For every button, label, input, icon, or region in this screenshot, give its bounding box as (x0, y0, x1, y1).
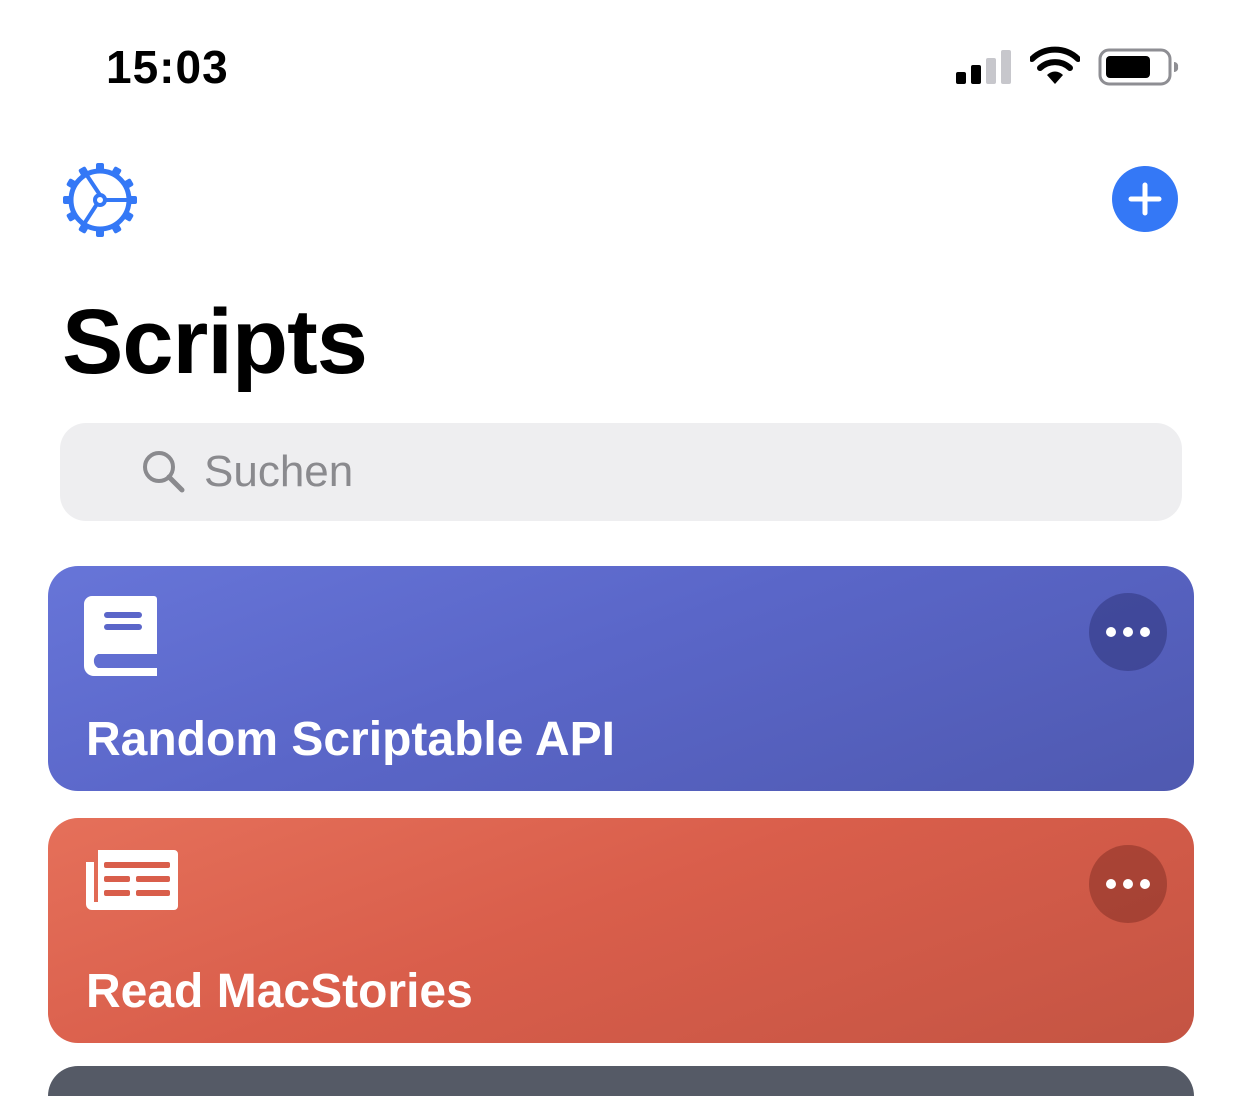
search-input[interactable] (202, 446, 1106, 498)
plus-icon (1128, 182, 1162, 216)
search-icon (143, 451, 185, 493)
search-field[interactable] (60, 423, 1182, 521)
add-script-button[interactable] (1112, 166, 1178, 232)
status-time: 15:03 (106, 41, 229, 93)
script-title: Read MacStories (86, 965, 473, 1018)
wifi-icon (1030, 46, 1080, 84)
gear-icon (63, 163, 137, 237)
status-bar: 15:03 (0, 0, 1242, 140)
ellipsis-icon (1106, 879, 1116, 889)
script-more-button[interactable] (1089, 593, 1167, 671)
script-card-read-macstories[interactable]: Read MacStories (48, 818, 1194, 1043)
page-title: Scripts (62, 291, 368, 393)
cellular-signal-icon (956, 50, 1011, 84)
newspaper-icon (86, 850, 178, 910)
ellipsis-icon (1106, 627, 1116, 637)
script-card-random-scriptable-api[interactable]: Random Scriptable API (48, 566, 1194, 791)
book-icon (84, 596, 157, 676)
battery-icon (1098, 48, 1179, 86)
script-more-button[interactable] (1089, 845, 1167, 923)
script-title: Random Scriptable API (86, 713, 615, 766)
settings-button[interactable] (62, 162, 138, 238)
